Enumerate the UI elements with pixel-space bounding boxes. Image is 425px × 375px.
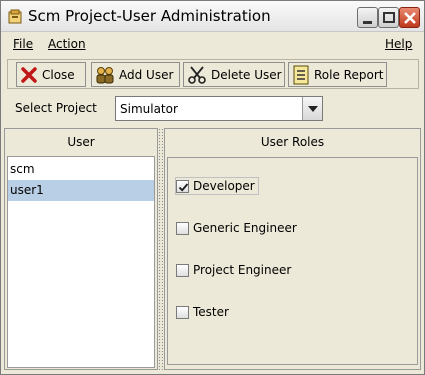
toolbar: Close Add User Delete User Role Report xyxy=(7,59,419,89)
roles-panel: User Roles Developer Generic Engineer Pr… xyxy=(164,128,421,370)
menu-action-label: Action xyxy=(48,37,86,51)
user-column-header: User xyxy=(67,135,95,149)
role-tester-checkbox[interactable]: Tester xyxy=(176,303,229,321)
window-close-button[interactable] xyxy=(399,7,420,28)
delete-user-button[interactable]: Delete User xyxy=(183,62,285,87)
checkbox-unchecked-icon[interactable] xyxy=(176,221,189,235)
role-label: Tester xyxy=(193,305,229,319)
title-bar[interactable]: Scm Project-User Administration xyxy=(1,1,424,32)
scissors-icon xyxy=(188,65,206,84)
window-title: Scm Project-User Administration xyxy=(28,7,271,25)
delete-user-label: Delete User xyxy=(211,67,282,82)
close-button[interactable]: Close xyxy=(16,62,86,87)
role-label: Generic Engineer xyxy=(193,221,297,235)
user-name: scm xyxy=(10,162,35,176)
report-icon xyxy=(293,65,309,84)
minimize-button[interactable] xyxy=(357,7,378,28)
add-user-button[interactable]: Add User xyxy=(91,62,180,87)
app-icon xyxy=(7,9,23,25)
user-list[interactable]: scm user1 xyxy=(7,156,155,368)
select-project-label: Select Project xyxy=(15,101,97,115)
panel-splitter[interactable] xyxy=(158,128,163,370)
role-project-engineer-checkbox[interactable]: Project Engineer xyxy=(176,261,291,279)
checkbox-unchecked-icon[interactable] xyxy=(176,305,189,319)
menu-file[interactable]: File xyxy=(13,37,33,51)
project-dropdown[interactable]: Simulator xyxy=(115,96,323,121)
roles-list: Developer Generic Engineer Project Engin… xyxy=(167,157,418,365)
role-report-label: Role Report xyxy=(314,67,384,82)
app-window: Scm Project-User Administration File Act… xyxy=(0,0,425,375)
menu-bar: File Action Help xyxy=(1,33,424,57)
project-selected-value: Simulator xyxy=(120,102,178,116)
role-generic-engineer-checkbox[interactable]: Generic Engineer xyxy=(176,219,297,237)
maximize-button[interactable] xyxy=(378,7,399,28)
role-label: Developer xyxy=(193,179,255,193)
roles-column-header: User Roles xyxy=(260,135,325,149)
add-user-icon xyxy=(96,66,114,83)
role-label: Project Engineer xyxy=(193,263,292,277)
close-x-icon xyxy=(21,66,37,83)
close-button-label: Close xyxy=(42,67,75,82)
chevron-down-icon[interactable] xyxy=(302,97,322,120)
menu-help[interactable]: Help xyxy=(385,37,412,51)
menu-file-label: File xyxy=(13,37,34,51)
checkbox-checked-icon[interactable] xyxy=(176,179,189,193)
menu-action[interactable]: Action xyxy=(48,37,86,51)
checkbox-unchecked-icon[interactable] xyxy=(176,263,189,277)
role-developer-checkbox[interactable]: Developer xyxy=(175,177,259,195)
add-user-label: Add User xyxy=(119,67,174,82)
user-name: user1 xyxy=(10,183,44,197)
user-panel: User scm user1 xyxy=(4,128,158,370)
user-list-item-selected[interactable]: user1 xyxy=(8,180,154,201)
menu-help-label: Help xyxy=(385,37,413,51)
role-report-button[interactable]: Role Report xyxy=(288,62,387,87)
user-list-item[interactable]: scm xyxy=(8,159,154,180)
